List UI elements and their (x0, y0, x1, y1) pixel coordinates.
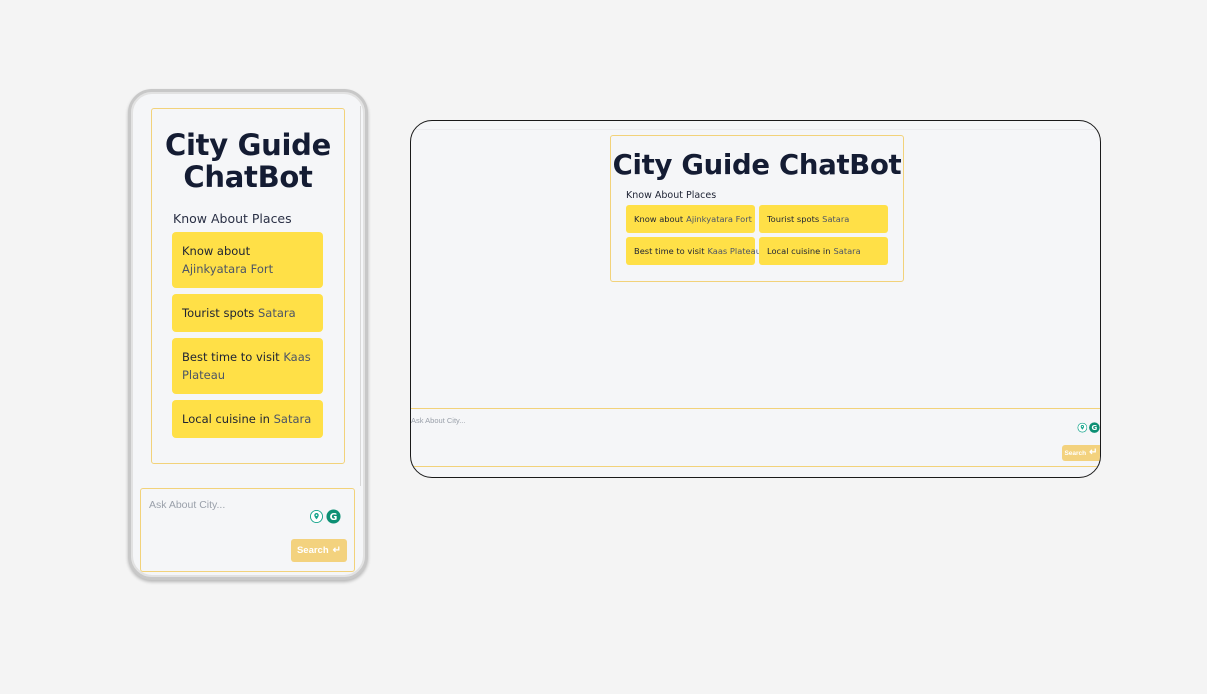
suggestion-place: Kaas Plateau (707, 246, 761, 256)
suggestion-prefix: Tourist spots (182, 306, 255, 320)
search-label: Search (296, 545, 329, 556)
svg-text:G: G (1091, 423, 1097, 432)
extension-icons: G (309, 509, 341, 524)
chatbot-card: City Guide ChatBot Know About Places Kno… (151, 108, 345, 464)
enter-icon: ↵ (1089, 447, 1098, 458)
suggestion-prefix: Best time to visit (182, 350, 280, 364)
location-pin-icon[interactable] (309, 509, 324, 524)
search-button[interactable]: Search ↵ (1062, 445, 1100, 461)
suggestion-place: Satara (833, 246, 861, 256)
mobile-preview: City Guide ChatBot Know About Places Kno… (128, 89, 368, 580)
chatbot-card: City Guide ChatBot Know About Places Kno… (610, 135, 904, 282)
desktop-preview: City Guide ChatBot Know About Places Kno… (410, 120, 1101, 478)
suggestion-grid: Know about Ajinkyatara Fort Tourist spot… (626, 205, 903, 265)
suggestion-button-fort[interactable]: Know about Ajinkyatara Fort (626, 205, 755, 233)
suggestion-prefix: Local cuisine in (767, 246, 831, 256)
extension-icons: G (1077, 422, 1100, 433)
suggestion-button-best-time[interactable]: Best time to visit Kaas Plateau (626, 237, 761, 265)
suggestion-prefix: Best time to visit (634, 246, 705, 256)
search-button[interactable]: Search ↵ (291, 539, 347, 562)
section-subtitle: Know About Places (173, 211, 292, 226)
suggestion-place: Ajinkyatara Fort (686, 214, 752, 224)
location-pin-icon[interactable] (1077, 422, 1088, 433)
suggestion-place: Satara (257, 306, 296, 320)
page-title: City Guide ChatBot (165, 128, 331, 194)
input-placeholder: Ask About City... (149, 499, 226, 511)
divider (411, 129, 1100, 130)
query-input[interactable]: Ask About City... G Search ↵ (140, 488, 355, 572)
input-border-top (411, 408, 1100, 409)
input-border-bottom (411, 466, 1100, 467)
grammarly-icon[interactable]: G (326, 509, 341, 524)
suggestion-place: Ajinkyatara Fort (182, 262, 274, 276)
suggestion-place: Satara (273, 412, 312, 426)
enter-icon: ↵ (332, 544, 342, 556)
suggestion-button-tourist-spots[interactable]: Tourist spots Satara (759, 205, 888, 233)
suggestion-button-best-time[interactable]: Best time to visit Kaas Plateau (172, 338, 323, 394)
suggestion-button-tourist-spots[interactable]: Tourist spots Satara (172, 294, 323, 332)
search-label: Search (1064, 449, 1087, 457)
suggestion-prefix: Know about (634, 214, 684, 224)
page-title: City Guide ChatBot (612, 149, 902, 181)
grammarly-icon[interactable]: G (1089, 422, 1100, 433)
suggestion-button-cuisine[interactable]: Local cuisine in Satara (172, 400, 323, 438)
suggestion-button-cuisine[interactable]: Local cuisine in Satara (759, 237, 888, 265)
suggestion-place: Satara (822, 214, 850, 224)
suggestion-prefix: Know about (182, 244, 251, 258)
query-input[interactable]: Ask About City... (411, 416, 465, 425)
scrollbar-track (360, 106, 361, 486)
svg-text:G: G (330, 512, 338, 523)
section-subtitle: Know About Places (626, 190, 717, 201)
suggestion-prefix: Local cuisine in (182, 412, 270, 426)
suggestion-button-fort[interactable]: Know about Ajinkyatara Fort (172, 232, 323, 288)
suggestion-prefix: Tourist spots (767, 214, 820, 224)
